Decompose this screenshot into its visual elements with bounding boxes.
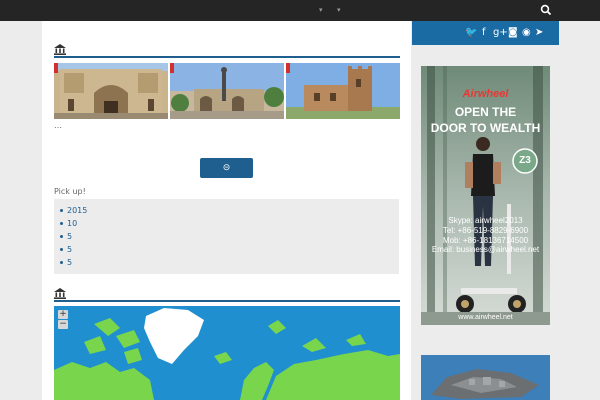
ad-url[interactable]: www.airwheel.net — [421, 314, 550, 321]
rss-icon[interactable]: ◉ — [522, 27, 531, 39]
social-links-bar: 🐦 f g+ ◙ ◉ ➤ — [412, 21, 559, 45]
ad-model-badge: Z3 — [519, 155, 531, 166]
thumbnail-plaza-statue[interactable] — [170, 63, 284, 119]
sidebar: 🐦 f g+ ◙ ◉ ➤ Airwheel OPEN THE DOOR TO W… — [412, 21, 559, 400]
ad-brand: Airwheel — [462, 88, 509, 100]
bullet-icon — [60, 260, 63, 264]
pickup-item[interactable]: 5 — [60, 230, 399, 243]
chevron-down-icon[interactable]: ▾ — [337, 6, 341, 14]
thumbnail-fortress-tower[interactable] — [286, 63, 400, 119]
section-header — [54, 286, 400, 302]
pickup-item[interactable]: 5 — [60, 256, 399, 269]
ad-telephone: Tel: +86-519-8829-6900 — [442, 226, 529, 235]
telegram-icon[interactable]: ➤ — [535, 27, 543, 39]
aerial-island-image[interactable] — [421, 355, 550, 400]
excerpt-ellipsis: … — [54, 121, 62, 130]
bank-icon — [54, 44, 66, 55]
pickup-item[interactable]: 2015 — [60, 204, 399, 217]
pickup-item[interactable]: 10 — [60, 217, 399, 230]
bullet-icon — [60, 234, 63, 238]
bank-icon — [54, 288, 66, 299]
bullet-icon — [60, 208, 63, 212]
pickup-label: Pick up! — [54, 187, 86, 196]
facebook-icon[interactable]: f — [482, 27, 486, 39]
pickup-list: 2015 10 5 5 5 — [54, 199, 399, 274]
advertisement-banner[interactable]: Airwheel OPEN THE DOOR TO WEALTH Z3 Skyp… — [421, 66, 550, 325]
top-navigation-bar: ▾ ▾ — [0, 0, 600, 21]
ad-skype: Skype: airwheel2013 — [448, 216, 523, 225]
world-map[interactable]: + − — [54, 306, 400, 400]
ad-mobile: Mob: +86-18136714500 — [442, 236, 529, 245]
main-content: … ⊝ Pick up! 2015 10 5 5 5 + − — [42, 21, 411, 400]
collapse-icon: ⊝ — [222, 163, 231, 173]
bullet-icon — [60, 247, 63, 251]
map-zoom-out-button[interactable]: − — [58, 320, 68, 329]
pickup-item[interactable]: 5 — [60, 243, 399, 256]
google-plus-icon[interactable]: g+ — [493, 27, 508, 39]
ad-headline-line-1: OPEN THE — [454, 105, 517, 119]
twitter-icon[interactable]: 🐦 — [465, 27, 477, 39]
instagram-icon[interactable]: ◙ — [508, 27, 518, 39]
ad-email: Email: business@airwheel.net — [431, 245, 540, 254]
load-more-button[interactable]: ⊝ — [200, 158, 253, 178]
thumbnail-cathedral-facade[interactable] — [54, 63, 168, 119]
map-canvas[interactable] — [54, 306, 400, 400]
chevron-down-icon[interactable]: ▾ — [319, 6, 323, 14]
bullet-icon — [60, 221, 63, 225]
ad-headline-line-2: DOOR TO WEALTH — [430, 121, 541, 135]
photo-thumbnail-row — [54, 63, 400, 119]
section-header — [54, 42, 400, 58]
search-icon[interactable] — [540, 4, 552, 16]
map-zoom-in-button[interactable]: + — [58, 310, 68, 319]
